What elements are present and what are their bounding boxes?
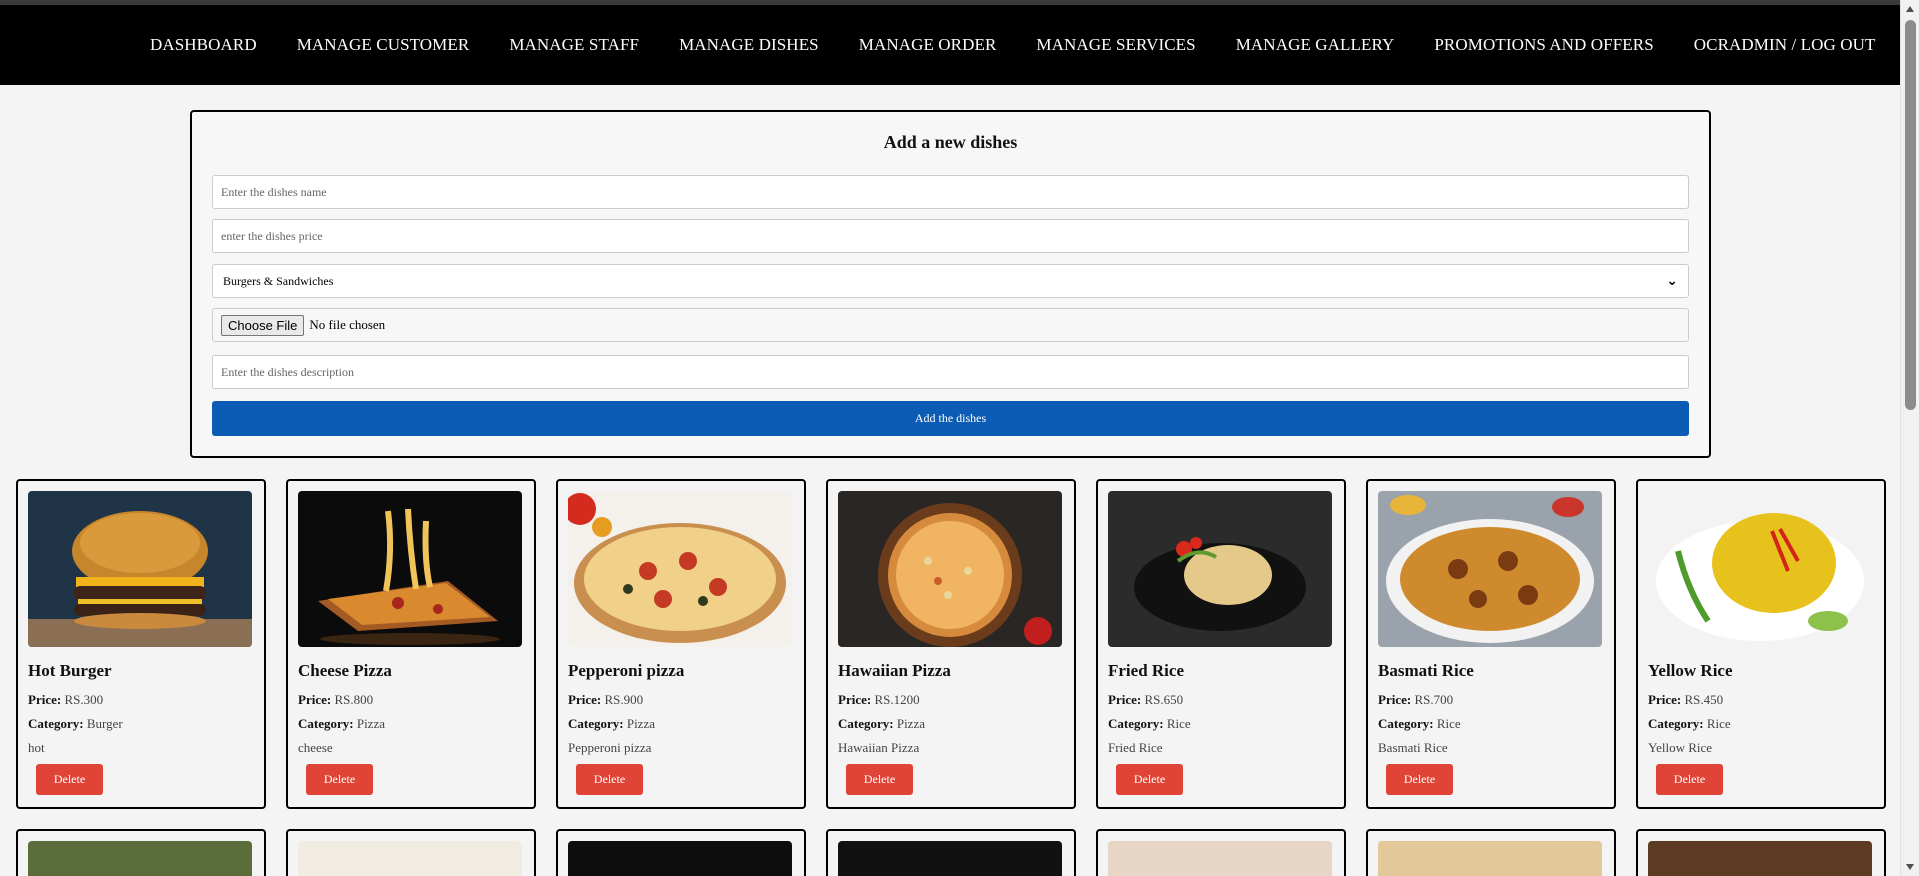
dish-description: cheese	[298, 740, 333, 755]
dish-description: Hawaiian Pizza	[838, 740, 920, 755]
dish-card	[16, 829, 266, 876]
dish-price: Price: RS.1200	[838, 692, 920, 707]
nav-logout[interactable]: OCRADMIN / LOG OUT	[1694, 35, 1876, 55]
dish-price: Price: RS.900	[568, 692, 644, 707]
dish-image	[298, 841, 522, 876]
dish-category: Category: Pizza	[568, 716, 655, 731]
dish-image	[568, 841, 792, 876]
dish-category: Category: Rice	[1648, 716, 1731, 731]
dish-card: Cheese Pizza Price: RS.800 Category: Piz…	[286, 479, 536, 809]
dish-price: Price: RS.450	[1648, 692, 1724, 707]
dish-image	[1648, 841, 1872, 876]
dish-name: Basmati Rice	[1378, 661, 1474, 680]
dish-image-fried-rice	[1108, 491, 1332, 647]
dish-category: Category: Pizza	[298, 716, 385, 731]
dish-description: Pepperoni pizza	[568, 740, 652, 755]
delete-button[interactable]: Delete	[36, 764, 103, 795]
dish-name: Cheese Pizza	[298, 661, 392, 680]
dish-image-cheese-pizza	[298, 491, 522, 647]
dish-card	[556, 829, 806, 876]
dish-category: Category: Rice	[1378, 716, 1461, 731]
page-scrollbar[interactable]	[1900, 0, 1919, 876]
file-status: No file chosen	[309, 317, 386, 332]
dish-name: Hawaiian Pizza	[838, 661, 951, 680]
dish-description-input[interactable]	[212, 355, 1689, 389]
dish-category: Category: Pizza	[838, 716, 925, 731]
dish-card: Pepperoni pizza Price: RS.900 Category: …	[556, 479, 806, 809]
dish-price-input[interactable]	[212, 219, 1689, 253]
dish-description: Yellow Rice	[1648, 740, 1713, 755]
dish-card	[1366, 829, 1616, 876]
dish-card: Yellow Rice Price: RS.450 Category: Rice…	[1636, 479, 1886, 809]
choose-file-button[interactable]: Choose File	[221, 314, 305, 336]
dish-name-input[interactable]	[212, 175, 1689, 209]
dish-card	[286, 829, 536, 876]
dish-card: Hawaiian Pizza Price: RS.1200 Category: …	[826, 479, 1076, 809]
dish-category: Category: Burger	[28, 716, 123, 731]
dish-image	[28, 841, 252, 876]
chevron-down-icon: ⌄	[1666, 273, 1678, 289]
dish-name: Pepperoni pizza	[568, 661, 685, 680]
delete-button[interactable]: Delete	[306, 764, 373, 795]
dish-image-hawaiian-pizza	[838, 491, 1062, 647]
dish-image	[1108, 841, 1332, 876]
nav-manage-customer[interactable]: MANAGE CUSTOMER	[297, 35, 470, 55]
scroll-down-icon[interactable]	[1906, 864, 1914, 870]
delete-button[interactable]: Delete	[1656, 764, 1723, 795]
dish-name: Yellow Rice	[1648, 661, 1733, 680]
dish-name: Fried Rice	[1108, 661, 1184, 680]
dish-card: Fried Rice Price: RS.650 Category: Rice …	[1096, 479, 1346, 809]
nav-manage-services[interactable]: MANAGE SERVICES	[1036, 35, 1195, 55]
dish-card	[1096, 829, 1346, 876]
form-title: Add a new dishes	[883, 132, 1018, 152]
category-select[interactable]: Burgers & Sandwiches ⌄	[212, 264, 1689, 298]
add-dish-button[interactable]: Add the dishes	[212, 401, 1689, 436]
dish-description: Fried Rice	[1108, 740, 1163, 755]
dish-image	[838, 841, 1062, 876]
dish-image-basmati-rice	[1378, 491, 1602, 647]
dish-card	[1636, 829, 1886, 876]
nav-promotions-offers[interactable]: PROMOTIONS AND OFFERS	[1434, 35, 1653, 55]
top-navbar: DASHBOARD MANAGE CUSTOMER MANAGE STAFF M…	[0, 0, 1900, 85]
dish-card	[826, 829, 1076, 876]
dish-card: Basmati Rice Price: RS.700 Category: Ric…	[1366, 479, 1616, 809]
main-nav: DASHBOARD MANAGE CUSTOMER MANAGE STAFF M…	[150, 35, 1915, 55]
scroll-up-icon[interactable]	[1906, 6, 1914, 12]
dish-price: Price: RS.650	[1108, 692, 1184, 707]
dish-description: hot	[28, 740, 45, 755]
scrollbar-thumb[interactable]	[1905, 20, 1916, 410]
category-select-value: Burgers & Sandwiches	[223, 273, 334, 288]
nav-manage-order[interactable]: MANAGE ORDER	[859, 35, 997, 55]
delete-button[interactable]: Delete	[1386, 764, 1453, 795]
delete-button[interactable]: Delete	[576, 764, 643, 795]
dish-image-yellow-rice	[1648, 491, 1872, 647]
nav-manage-gallery[interactable]: MANAGE GALLERY	[1236, 35, 1395, 55]
nav-dashboard[interactable]: DASHBOARD	[150, 35, 257, 55]
delete-button[interactable]: Delete	[846, 764, 913, 795]
dish-image	[1378, 841, 1602, 876]
dish-image-pepperoni-pizza	[568, 491, 792, 647]
image-file-input[interactable]: Choose File No file chosen	[212, 308, 1689, 342]
dish-price: Price: RS.300	[28, 692, 104, 707]
add-dish-form: Add a new dishes Burgers & Sandwiches ⌄ …	[190, 110, 1711, 458]
dish-description: Basmati Rice	[1378, 740, 1448, 755]
dish-category: Category: Rice	[1108, 716, 1191, 731]
nav-manage-staff[interactable]: MANAGE STAFF	[509, 35, 639, 55]
dish-price: Price: RS.800	[298, 692, 374, 707]
dish-card: Hot Burger Price: RS.300 Category: Burge…	[16, 479, 266, 809]
dish-name: Hot Burger	[28, 661, 112, 680]
nav-manage-dishes[interactable]: MANAGE DISHES	[679, 35, 819, 55]
dish-image-burger	[28, 491, 252, 647]
dish-price: Price: RS.700	[1378, 692, 1454, 707]
delete-button[interactable]: Delete	[1116, 764, 1183, 795]
